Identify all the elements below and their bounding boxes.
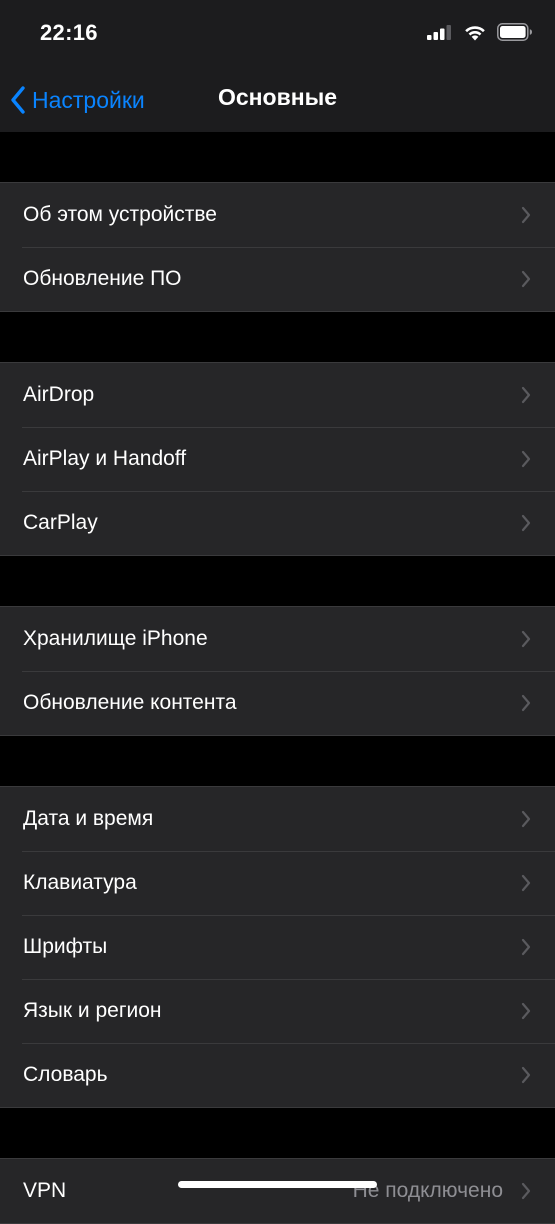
chevron-right-icon [521,450,531,468]
row-label: Обновление контента [23,691,237,714]
home-indicator[interactable] [178,1181,377,1188]
row-label: Дата и время [23,807,154,830]
chevron-right-icon [521,874,531,892]
settings-group-storage: Хранилище iPhone Обновление контента [0,606,555,736]
row-software-update[interactable]: Обновление ПО [0,247,555,311]
row-keyboard[interactable]: Клавиатура [0,851,555,915]
chevron-right-icon [521,810,531,828]
row-date-time[interactable]: Дата и время [0,787,555,851]
settings-group-about: Об этом устройстве Обновление ПО [0,182,555,312]
row-airplay-handoff[interactable]: AirPlay и Handoff [0,427,555,491]
group-spacer [0,132,555,182]
row-label: AirDrop [23,383,95,406]
row-label: Об этом устройстве [23,203,217,226]
group-spacer [0,556,555,606]
row-label: Хранилище iPhone [23,627,208,650]
status-icons [427,23,533,41]
cellular-signal-icon [427,25,451,40]
chevron-right-icon [521,630,531,648]
settings-group-vpn: VPN Не подключено [0,1158,555,1224]
row-language-region[interactable]: Язык и регион [0,979,555,1043]
chevron-right-icon [521,1002,531,1020]
navigation-bar: Настройки Основные [0,70,555,132]
chevron-right-icon [521,1182,531,1200]
row-background-refresh[interactable]: Обновление контента [0,671,555,735]
group-spacer [0,1108,555,1158]
row-about-device[interactable]: Об этом устройстве [0,183,555,247]
group-spacer [0,312,555,362]
settings-group-locale: Дата и время Клавиатура Шрифты Язык и ре… [0,786,555,1108]
row-airdrop[interactable]: AirDrop [0,363,555,427]
row-label: Словарь [23,1063,108,1086]
row-fonts[interactable]: Шрифты [0,915,555,979]
status-bar: 22:16 [0,0,555,70]
battery-icon [497,23,532,41]
chevron-right-icon [521,694,531,712]
chevron-right-icon [521,938,531,956]
row-label: Язык и регион [23,999,162,1022]
row-dictionary[interactable]: Словарь [0,1043,555,1107]
group-spacer [0,736,555,786]
row-label: Клавиатура [23,871,137,894]
chevron-right-icon [521,514,531,532]
wifi-icon [465,25,485,40]
row-label: CarPlay [23,511,98,534]
row-carplay[interactable]: CarPlay [0,491,555,555]
chevron-right-icon [521,270,531,288]
chevron-right-icon [521,206,531,224]
chevron-right-icon [521,1066,531,1084]
settings-group-connectivity: AirDrop AirPlay и Handoff CarPlay [0,362,555,556]
row-label: AirPlay и Handoff [23,447,187,470]
settings-list: Об этом устройстве Обновление ПО AirDrop… [0,132,555,1224]
status-time: 22:16 [40,20,98,45]
row-iphone-storage[interactable]: Хранилище iPhone [0,607,555,671]
row-label: VPN [23,1179,67,1202]
page-title: Основные [217,84,338,110]
row-label: Шрифты [23,935,108,958]
row-vpn[interactable]: VPN Не подключено [0,1159,555,1223]
chevron-right-icon [521,386,531,404]
row-label: Обновление ПО [23,267,182,290]
